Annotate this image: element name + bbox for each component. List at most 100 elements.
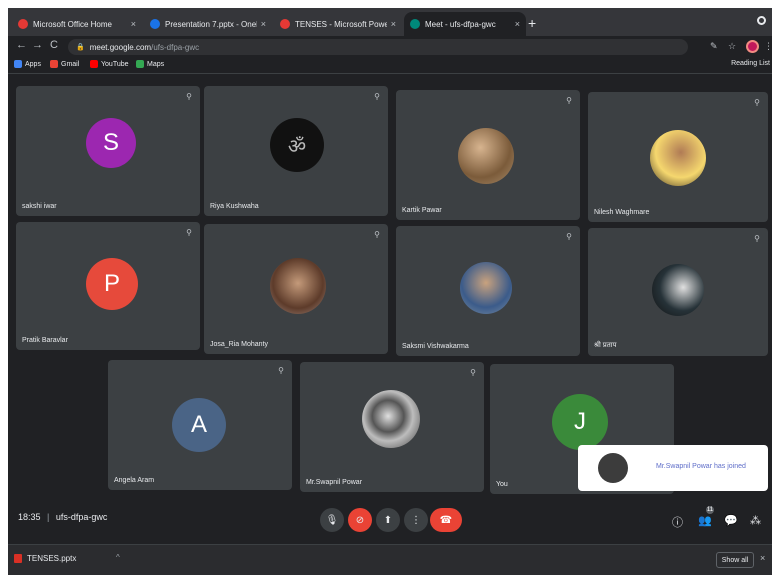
chat-icon[interactable]: 💬 — [724, 514, 738, 527]
meeting-info: 18:35 | ufs-dfpa-gwc — [18, 512, 107, 522]
avatar — [460, 262, 512, 314]
participant-name: Kartik Pawar — [402, 207, 442, 214]
download-filename: TENSES.pptx — [27, 554, 77, 563]
participant-tile[interactable]: ⚲ Josa_Ria Mohanty — [204, 224, 388, 354]
participant-tile[interactable]: ⚲ Saksmi Vishwakarma — [396, 226, 580, 356]
show-all-button[interactable]: Show all — [716, 552, 754, 568]
tab-close-icon[interactable]: × — [515, 19, 520, 29]
avatar — [652, 264, 704, 316]
avatar: ॐ — [270, 118, 324, 172]
tab-close-icon[interactable]: × — [261, 19, 266, 29]
profile-avatar[interactable] — [746, 40, 759, 53]
participant-tile[interactable]: ⚲ Kartik Pawar — [396, 90, 580, 220]
window-control-icon[interactable] — [757, 16, 766, 25]
url-path: /ufs-dfpa-gwc — [151, 42, 200, 52]
avatar — [458, 128, 514, 184]
bookmark-apps[interactable]: Apps — [14, 60, 41, 68]
participant-tile[interactable]: ⚲ A Angela Aram — [108, 360, 292, 490]
download-chevron-icon[interactable]: ^ — [116, 553, 120, 562]
bookmark-label: Maps — [147, 60, 165, 68]
avatar: J — [552, 394, 608, 450]
participant-name: Nilesh Waghmare — [594, 209, 650, 216]
gmail-icon — [50, 60, 58, 68]
participant-tile[interactable]: ⚲ S sakshi iwar — [16, 86, 200, 216]
participant-name: sakshi iwar — [22, 203, 57, 210]
more-options-button[interactable]: ⋮ — [404, 508, 428, 532]
participant-name: श्री प्रताप — [594, 342, 617, 349]
participant-tile[interactable]: ⚲ Mr.Swapnil Powar — [300, 362, 484, 492]
meeting-time: 18:35 — [18, 512, 41, 522]
participant-tile[interactable]: ⚲ श्री प्रताप — [588, 228, 768, 356]
bookmark-label: YouTube — [101, 60, 129, 68]
end-call-button[interactable]: ☎ — [430, 508, 462, 532]
participant-tile[interactable]: ⚲ Nilesh Waghmare — [588, 92, 768, 222]
new-tab-button[interactable]: + — [528, 15, 536, 31]
avatar: P — [86, 258, 138, 310]
activities-icon[interactable]: ⁂ — [750, 514, 761, 527]
chrome-menu-icon[interactable]: ⋮ — [764, 41, 772, 52]
tab-powerpoint[interactable]: TENSES - Microsoft PowerPoi × — [274, 12, 402, 36]
mic-muted-icon: ⚲ — [754, 234, 760, 243]
mic-muted-icon: ⚲ — [374, 230, 380, 239]
url-domain: meet.google.com — [89, 42, 152, 52]
participant-tile[interactable]: ⚲ P Pratik Baravlar — [16, 222, 200, 350]
tab-title: Presentation 7.pptx - OneDrive — [165, 19, 257, 29]
toast-text: Mr.Swapnil Powar has joined — [656, 463, 746, 470]
bookmark-maps[interactable]: Maps — [136, 60, 164, 68]
download-item[interactable]: TENSES.pptx — [14, 554, 76, 563]
downloads-shelf: TENSES.pptx ^ Show all × — [8, 544, 772, 575]
mic-muted-icon: ⚲ — [186, 228, 192, 237]
screen: Microsoft Office Home × Presentation 7.p… — [8, 8, 772, 575]
bookmark-star-icon[interactable]: ☆ — [728, 41, 736, 52]
avatar: A — [172, 398, 226, 452]
mic-button[interactable]: 🎙 — [320, 508, 344, 532]
people-icon[interactable]: 👥 — [698, 514, 712, 527]
bookmark-youtube[interactable]: YouTube — [90, 60, 129, 68]
tab-onedrive[interactable]: Presentation 7.pptx - OneDrive × — [144, 12, 272, 36]
participant-name: Mr.Swapnil Powar — [306, 479, 363, 486]
back-button[interactable]: ← — [16, 39, 27, 51]
tab-title: TENSES - Microsoft PowerPoi — [295, 19, 387, 29]
office-favicon-icon — [18, 19, 28, 29]
people-count-badge: 11 — [706, 506, 714, 514]
mic-muted-icon: ⚲ — [278, 366, 284, 375]
participant-tile[interactable]: ⚲ ॐ Riya Kushwaha — [204, 86, 388, 216]
join-notification: Mr.Swapnil Powar has joined — [578, 445, 768, 491]
close-shelf-icon[interactable]: × — [760, 553, 765, 563]
address-bar[interactable]: 🔒 meet.google.com /ufs-dfpa-gwc — [68, 39, 688, 55]
edit-icon[interactable]: ✎ — [710, 41, 718, 52]
meeting-separator: | — [47, 512, 50, 522]
avatar: S — [86, 118, 136, 168]
reload-button[interactable]: C — [50, 39, 58, 51]
apps-grid-icon — [14, 60, 22, 68]
meet-favicon-icon — [410, 19, 420, 29]
mic-muted-icon: ⚲ — [186, 92, 192, 101]
tab-title: Meet - ufs-dfpa-gwc — [425, 19, 496, 29]
camera-off-button[interactable]: ⊘ — [348, 508, 372, 532]
avatar — [650, 130, 706, 186]
meeting-details-icon[interactable]: ⓘ — [672, 514, 683, 530]
mic-muted-icon: ⚲ — [754, 98, 760, 107]
toast-avatar — [598, 453, 628, 483]
tab-close-icon[interactable]: × — [131, 19, 136, 29]
forward-button[interactable]: → — [32, 39, 43, 51]
tab-close-icon[interactable]: × — [391, 19, 396, 29]
onedrive-favicon-icon — [150, 19, 160, 29]
reading-list-button[interactable]: Reading List — [731, 60, 770, 67]
avatar — [270, 258, 326, 314]
meeting-controls-bar: 18:35 | ufs-dfpa-gwc 🎙 ⊘ ⬆ ⋮ ☎ ⓘ 👥 11 💬 … — [8, 500, 772, 544]
participant-name: Josa_Ria Mohanty — [210, 341, 268, 348]
participant-name: Riya Kushwaha — [210, 203, 259, 210]
tab-strip: Microsoft Office Home × Presentation 7.p… — [8, 8, 772, 36]
participant-name: Saksmi Vishwakarma — [402, 343, 469, 350]
participant-name: You — [496, 481, 508, 488]
present-button[interactable]: ⬆ — [376, 508, 400, 532]
bookmarks-bar: Apps Gmail YouTube Maps Reading List — [8, 58, 772, 74]
tab-office-home[interactable]: Microsoft Office Home × — [12, 12, 142, 36]
youtube-icon — [90, 60, 98, 68]
tab-meet[interactable]: Meet - ufs-dfpa-gwc × — [404, 12, 526, 36]
bookmark-gmail[interactable]: Gmail — [50, 60, 79, 68]
lock-icon: 🔒 — [76, 44, 85, 51]
browser-toolbar: ← → C 🔒 meet.google.com /ufs-dfpa-gwc ✎ … — [8, 36, 772, 58]
bookmark-label: Gmail — [61, 60, 80, 68]
